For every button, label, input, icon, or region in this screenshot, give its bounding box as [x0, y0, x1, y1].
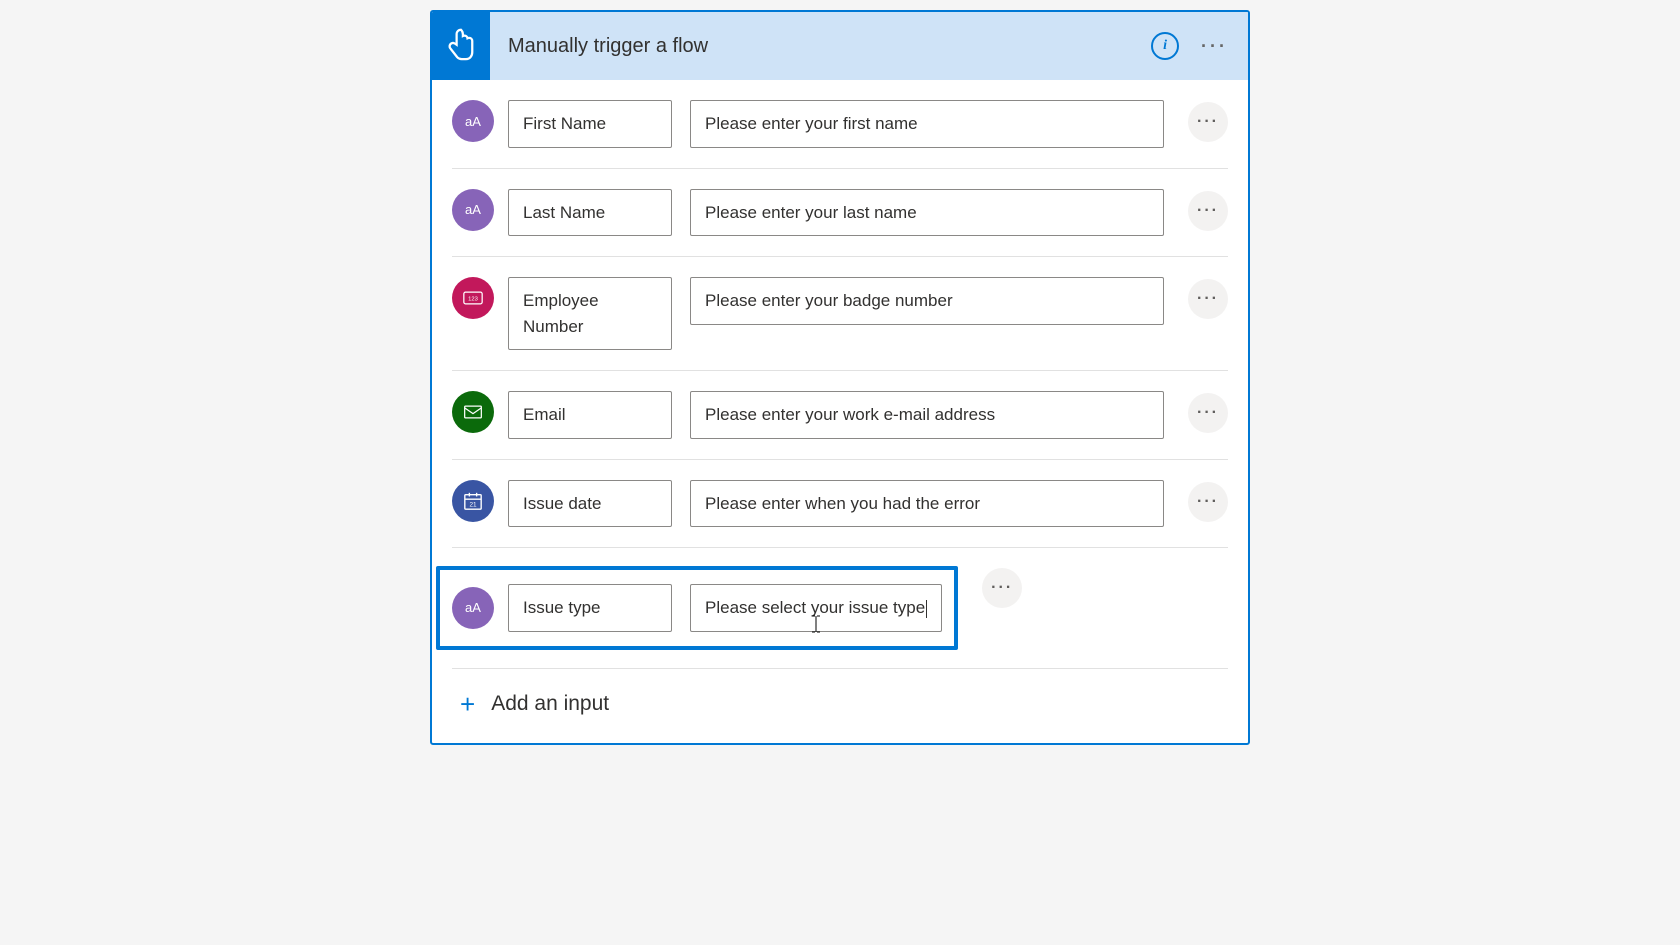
row-more-menu[interactable]: ···	[982, 568, 1022, 608]
input-row: 123 Employee Number ···	[452, 257, 1228, 371]
input-placeholder-field[interactable]: Please select your issue type	[690, 584, 942, 632]
input-name-field[interactable]	[508, 584, 672, 632]
placeholder-text: Please select your issue type	[705, 598, 925, 617]
info-icon[interactable]: i	[1151, 32, 1179, 60]
card-more-menu[interactable]: ···	[1201, 36, 1232, 57]
input-row: aA ···	[452, 169, 1228, 258]
input-name-field[interactable]	[508, 480, 672, 528]
svg-text:21: 21	[469, 501, 477, 508]
trigger-card: Manually trigger a flow i ··· aA ··· aA …	[430, 10, 1250, 745]
add-input-button[interactable]: + Add an input	[452, 669, 1228, 743]
row-more-menu[interactable]: ···	[1188, 279, 1228, 319]
card-title: Manually trigger a flow	[490, 35, 1151, 58]
text-type-icon: aA	[452, 587, 494, 629]
input-row-highlighted: aA Please select your issue type ···	[452, 548, 1228, 669]
text-type-icon: aA	[452, 100, 494, 142]
row-more-menu[interactable]: ···	[1188, 482, 1228, 522]
highlight-box: aA Please select your issue type	[436, 566, 958, 650]
input-placeholder-field[interactable]	[690, 391, 1164, 439]
input-placeholder-field[interactable]	[690, 480, 1164, 528]
text-cursor-icon	[926, 600, 927, 618]
input-name-field[interactable]: Employee Number	[508, 277, 672, 350]
svg-text:123: 123	[468, 297, 478, 303]
manual-trigger-icon	[432, 12, 490, 80]
input-placeholder-field[interactable]	[690, 189, 1164, 237]
input-row: 21 ···	[452, 460, 1228, 549]
row-more-menu[interactable]: ···	[1188, 393, 1228, 433]
date-type-icon: 21	[452, 480, 494, 522]
email-type-icon	[452, 391, 494, 433]
number-type-icon: 123	[452, 277, 494, 319]
ibeam-cursor-icon	[811, 615, 821, 641]
add-input-label: Add an input	[491, 692, 609, 716]
text-type-icon: aA	[452, 189, 494, 231]
plus-icon: +	[460, 691, 475, 717]
header-actions: i ···	[1151, 32, 1232, 60]
input-placeholder-field[interactable]	[690, 100, 1164, 148]
card-header: Manually trigger a flow i ···	[432, 12, 1248, 80]
input-row: ···	[452, 371, 1228, 460]
inputs-list: aA ··· aA ··· 123 Employee Number ···	[432, 80, 1248, 743]
row-more-menu[interactable]: ···	[1188, 191, 1228, 231]
input-row: aA ···	[452, 80, 1228, 169]
input-name-field[interactable]	[508, 391, 672, 439]
input-placeholder-field[interactable]	[690, 277, 1164, 325]
row-more-menu[interactable]: ···	[1188, 102, 1228, 142]
input-name-field[interactable]	[508, 189, 672, 237]
input-name-field[interactable]	[508, 100, 672, 148]
